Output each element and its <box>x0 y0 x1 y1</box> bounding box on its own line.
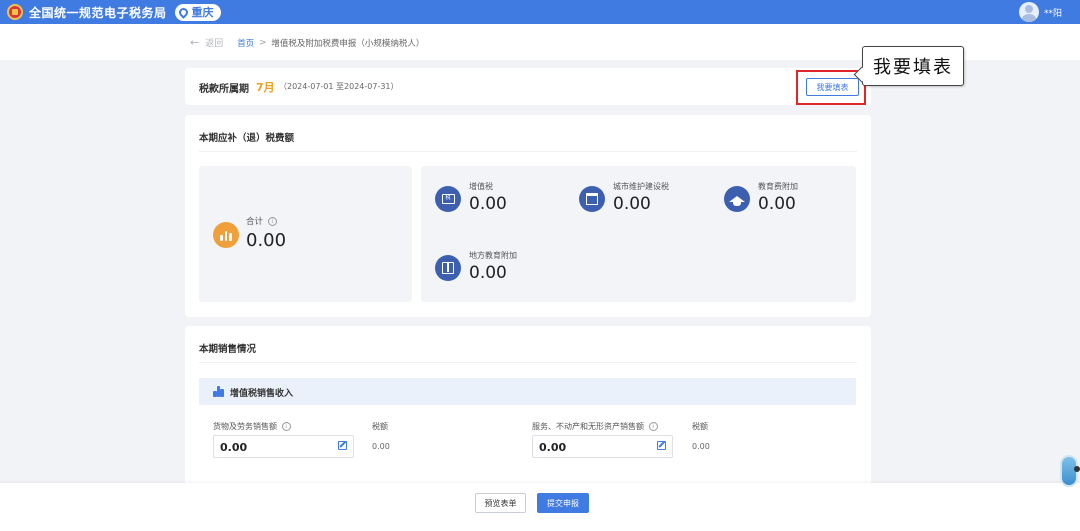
arrow-left-icon: ← <box>190 36 200 49</box>
back-button[interactable]: ← 返回 <box>190 36 223 49</box>
tax-item-value: 0.00 <box>758 194 796 214</box>
receipt-icon: 税 <box>435 186 461 212</box>
edit-icon[interactable] <box>657 441 666 450</box>
tax-items-panel: 税 增值税 0.00 城市维护建设税 0.00 教育费附加 0.00 地方教育附… <box>421 166 856 302</box>
region-selector[interactable]: 重庆 <box>174 3 221 21</box>
sales-card: 本期销售情况 增值税销售收入 货物及劳务销售额 i 0.00 税额 0.00 服… <box>185 326 871 486</box>
region-label: 重庆 <box>191 6 214 19</box>
breadcrumb-home-link[interactable]: 首页 <box>237 37 254 49</box>
divider <box>199 362 857 363</box>
tax-period-card: 税款所属期 7月 （2024-07-01 至2024-07-31） 我要填表 <box>185 68 871 105</box>
services-tax-label: 税额 <box>692 422 708 431</box>
back-label: 返回 <box>205 39 224 49</box>
info-icon[interactable]: i <box>648 422 658 431</box>
bar-chart-icon <box>213 222 239 248</box>
graduation-cap-icon <box>724 186 750 212</box>
user-avatar-icon <box>1018 2 1039 22</box>
book-icon <box>435 255 461 281</box>
footer-bar: 预览表单 提交申报 <box>0 483 1080 531</box>
sales-title: 本期销售情况 <box>199 344 257 355</box>
breadcrumb: ← 返回 首页 > 增值税及附加税费申报（小规模纳税人） <box>190 36 424 49</box>
breadcrumb-separator: > <box>259 37 267 48</box>
vat-sales-label: 增值税销售收入 <box>230 389 294 399</box>
edit-icon[interactable] <box>338 441 347 450</box>
tax-summary-card: 本期应补（退）税费额 合计 i 0.00 税 增值税 0.00 城市维护建设税 … <box>185 115 871 317</box>
tax-item-value: 0.00 <box>469 263 507 283</box>
info-icon[interactable]: i <box>267 217 277 226</box>
services-tax-value: 0.00 <box>692 442 710 451</box>
grid-icon <box>213 386 224 397</box>
goods-sales-value: 0.00 <box>220 441 248 454</box>
tax-summary-title: 本期应补（退）税费额 <box>199 133 295 144</box>
goods-sales-label: 货物及劳务销售额 i <box>213 421 291 432</box>
submit-declaration-button[interactable]: 提交申报 <box>537 493 589 513</box>
callout-annotation: 我要填表 <box>862 46 964 86</box>
divider <box>199 151 857 152</box>
breadcrumb-current: 增值税及附加税费申报（小规模纳税人） <box>271 38 425 49</box>
period-label: 税款所属期 <box>199 84 249 95</box>
services-sales-input[interactable]: 0.00 <box>532 435 673 458</box>
total-panel: 合计 i 0.00 <box>199 166 412 302</box>
info-icon[interactable]: i <box>281 422 291 431</box>
vat-sales-subheader: 增值税销售收入 <box>199 378 856 405</box>
user-menu[interactable]: **阳 <box>1018 2 1062 22</box>
float-dot-icon <box>1074 466 1080 472</box>
tax-item-name: 地方教育附加 <box>469 251 517 260</box>
period-range: （2024-07-01 至2024-07-31） <box>279 82 399 91</box>
location-pin-icon <box>176 5 190 19</box>
goods-sales-input[interactable]: 0.00 <box>213 435 354 458</box>
tax-item-name: 增值税 <box>469 182 493 191</box>
tax-item-value: 0.00 <box>613 194 651 214</box>
total-value: 0.00 <box>246 230 287 251</box>
period-month: 7月 <box>256 81 275 94</box>
user-name: **阳 <box>1043 8 1062 19</box>
tax-item-name: 城市维护建设税 <box>613 182 669 191</box>
goods-tax-label: 税额 <box>372 422 388 431</box>
top-header: 全国统一规范电子税务局 重庆 **阳 <box>0 0 1080 24</box>
site-title[interactable]: 全国统一规范电子税务局 <box>29 4 167 21</box>
tax-item-name: 教育费附加 <box>758 182 798 191</box>
preview-form-button[interactable]: 预览表单 <box>475 493 526 513</box>
tax-item-value: 0.00 <box>469 194 507 214</box>
tax-bureau-logo[interactable] <box>7 4 23 20</box>
goods-tax-value: 0.00 <box>372 442 390 451</box>
building-icon <box>579 186 605 212</box>
services-sales-value: 0.00 <box>539 441 567 454</box>
services-sales-label: 服务、不动产和无形资产销售额 i <box>532 421 658 432</box>
total-label: 合计 i <box>246 215 277 227</box>
